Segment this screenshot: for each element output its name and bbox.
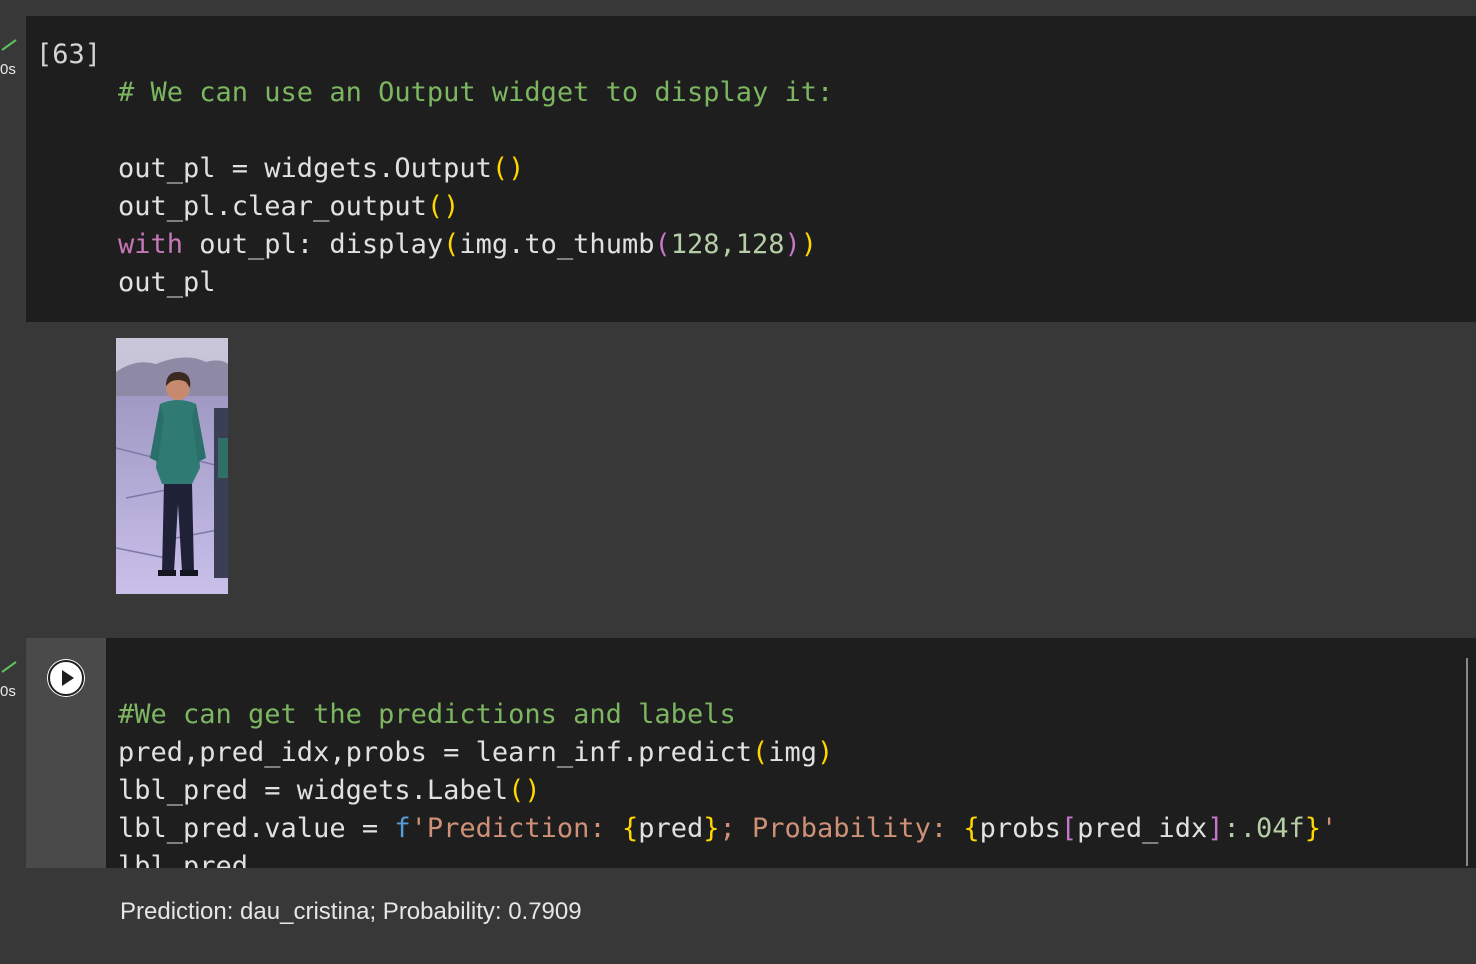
checkmark-icon xyxy=(1,39,17,51)
code-line: pred,pred_idx,probs = learn_inf.predict(… xyxy=(118,737,834,768)
editor-scrollbar[interactable] xyxy=(1466,658,1468,866)
cell1-runtime: 0s xyxy=(0,61,16,78)
checkmark-icon xyxy=(1,661,17,673)
code-line: out_pl xyxy=(118,267,216,298)
output-area-1 xyxy=(26,322,1476,638)
code-line: lbl_pred.value = f'Prediction: {pred}; P… xyxy=(118,813,1338,844)
code-line: with out_pl: display(img.to_thumb(128,12… xyxy=(118,229,818,260)
code-editor-1[interactable]: # We can use an Output widget to display… xyxy=(118,36,833,302)
left-gutter xyxy=(0,0,26,964)
code-editor-2[interactable]: #We can get the predictions and labels p… xyxy=(118,658,1337,886)
code-comment: #We can get the predictions and labels xyxy=(118,699,736,730)
play-icon xyxy=(48,660,84,696)
cell2-runtime: 0s xyxy=(0,683,16,700)
execution-count: [63] xyxy=(36,39,102,70)
prediction-label: Prediction: dau_cristina; Probability: 0… xyxy=(120,898,582,925)
run-cell-button[interactable] xyxy=(47,659,85,697)
code-line: out_pl.clear_output() xyxy=(118,191,460,222)
code-line: lbl_pred = widgets.Label() xyxy=(118,775,541,806)
code-comment: # We can use an Output widget to display… xyxy=(118,77,834,108)
code-line: out_pl = widgets.Output() xyxy=(118,153,525,184)
thumbnail-image xyxy=(116,338,228,594)
